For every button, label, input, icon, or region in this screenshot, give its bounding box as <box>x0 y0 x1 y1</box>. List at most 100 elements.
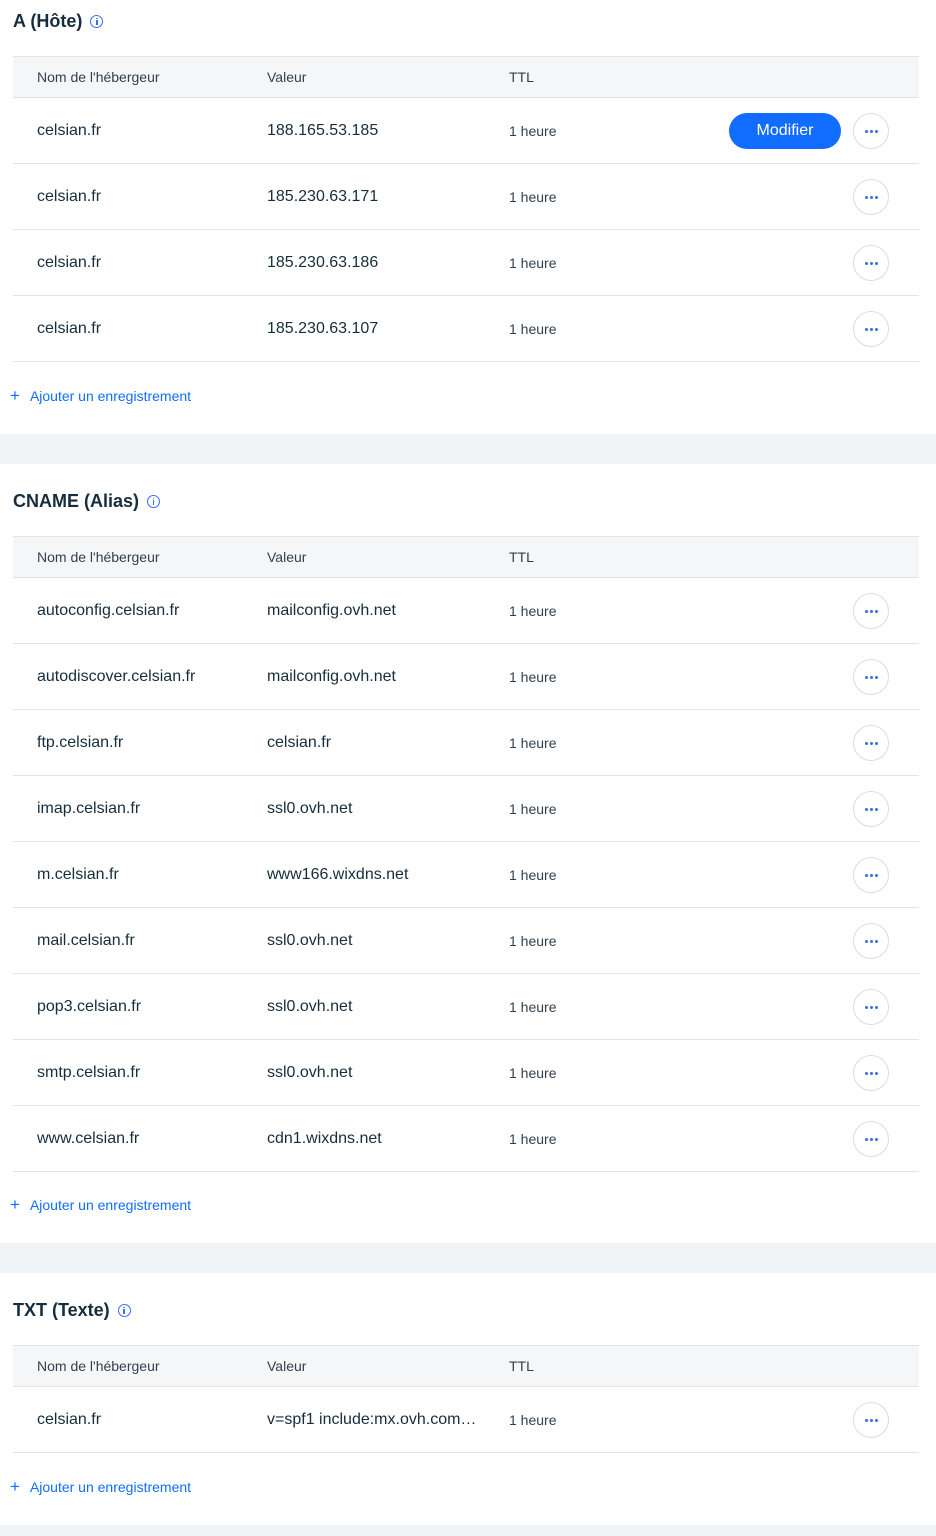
host-cell: celsian.fr <box>37 122 102 139</box>
ttl-cell: 1 heure <box>509 801 557 817</box>
table-row: celsian.fr v=spf1 include:mx.ovh.com… 1 … <box>13 1387 919 1453</box>
section-cname-records: CNAME (Alias) Nom de l'hébergeur Valeur … <box>0 464 936 1243</box>
ttl-cell: 1 heure <box>509 867 557 883</box>
ttl-cell: 1 heure <box>509 933 557 949</box>
section-txt-records: TXT (Texte) Nom de l'hébergeur Valeur TT… <box>0 1273 936 1525</box>
table-row: pop3.celsian.fr ssl0.ovh.net 1 heure <box>13 974 919 1040</box>
table-row: autoconfig.celsian.fr mailconfig.ovh.net… <box>13 578 919 644</box>
table-row: celsian.fr 188.165.53.185 1 heure Modifi… <box>13 98 919 164</box>
host-cell: autoconfig.celsian.fr <box>37 602 180 619</box>
ttl-cell: 1 heure <box>509 1412 557 1428</box>
value-cell: www166.wixdns.net <box>267 866 409 883</box>
table-row: ftp.celsian.fr celsian.fr 1 heure <box>13 710 919 776</box>
value-cell: 188.165.53.185 <box>267 122 379 139</box>
host-cell: www.celsian.fr <box>37 1130 140 1147</box>
ttl-cell: 1 heure <box>509 999 557 1015</box>
value-cell: mailconfig.ovh.net <box>267 602 396 619</box>
host-cell: celsian.fr <box>37 320 102 337</box>
section-divider <box>0 1243 936 1273</box>
more-options-icon[interactable] <box>853 791 889 827</box>
value-cell: ssl0.ovh.net <box>267 800 353 817</box>
plus-icon: + <box>10 1477 20 1496</box>
value-cell: mailconfig.ovh.net <box>267 668 396 685</box>
more-options-icon[interactable] <box>853 659 889 695</box>
column-header-host: Nom de l'hébergeur <box>37 1358 160 1374</box>
value-cell: cdn1.wixdns.net <box>267 1130 382 1147</box>
plus-icon: + <box>10 1195 20 1214</box>
host-cell: pop3.celsian.fr <box>37 998 142 1015</box>
ttl-cell: 1 heure <box>509 735 557 751</box>
column-header-value: Valeur <box>267 69 307 85</box>
table-header: Nom de l'hébergeur Valeur TTL <box>13 1345 919 1387</box>
column-header-host: Nom de l'hébergeur <box>37 69 160 85</box>
section-title: TXT (Texte) <box>13 1298 131 1322</box>
section-divider <box>0 434 936 464</box>
table-row: autodiscover.celsian.fr mailconfig.ovh.n… <box>13 644 919 710</box>
ttl-cell: 1 heure <box>509 669 557 685</box>
host-cell: smtp.celsian.fr <box>37 1064 141 1081</box>
more-options-icon[interactable] <box>853 593 889 629</box>
more-options-icon[interactable] <box>853 113 889 149</box>
add-record-link[interactable]: + Ajouter un enregistrement <box>10 1195 191 1215</box>
host-cell: celsian.fr <box>37 1411 102 1428</box>
table-header: Nom de l'hébergeur Valeur TTL <box>13 536 919 578</box>
more-options-icon[interactable] <box>853 311 889 347</box>
column-header-host: Nom de l'hébergeur <box>37 549 160 565</box>
info-icon[interactable] <box>147 494 161 508</box>
value-cell: 185.230.63.107 <box>267 320 379 337</box>
more-options-icon[interactable] <box>853 245 889 281</box>
more-options-icon[interactable] <box>853 1121 889 1157</box>
host-cell: autodiscover.celsian.fr <box>37 668 196 685</box>
more-options-icon[interactable] <box>853 1055 889 1091</box>
section-a-records: A (Hôte) Nom de l'hébergeur Valeur TTL c… <box>0 0 936 434</box>
add-record-link[interactable]: + Ajouter un enregistrement <box>10 1477 191 1497</box>
section-title: CNAME (Alias) <box>13 489 161 513</box>
host-cell: ftp.celsian.fr <box>37 734 124 751</box>
more-options-icon[interactable] <box>853 1402 889 1438</box>
edit-button[interactable]: Modifier <box>729 113 841 149</box>
table-row: smtp.celsian.fr ssl0.ovh.net 1 heure <box>13 1040 919 1106</box>
value-cell: ssl0.ovh.net <box>267 1064 353 1081</box>
ttl-cell: 1 heure <box>509 1065 557 1081</box>
table-row: www.celsian.fr cdn1.wixdns.net 1 heure <box>13 1106 919 1172</box>
table-row: celsian.fr 185.230.63.171 1 heure <box>13 164 919 230</box>
ttl-cell: 1 heure <box>509 255 557 271</box>
value-cell: ssl0.ovh.net <box>267 932 353 949</box>
value-cell: celsian.fr <box>267 734 332 751</box>
host-cell: m.celsian.fr <box>37 866 119 883</box>
host-cell: celsian.fr <box>37 254 102 271</box>
section-title: A (Hôte) <box>13 9 104 33</box>
column-header-value: Valeur <box>267 549 307 565</box>
table-row: celsian.fr 185.230.63.107 1 heure <box>13 296 919 362</box>
more-options-icon[interactable] <box>853 989 889 1025</box>
value-cell: v=spf1 include:mx.ovh.com… <box>267 1411 477 1428</box>
plus-icon: + <box>10 386 20 405</box>
table-row: m.celsian.fr www166.wixdns.net 1 heure <box>13 842 919 908</box>
info-icon[interactable] <box>90 14 104 28</box>
value-cell: ssl0.ovh.net <box>267 998 353 1015</box>
ttl-cell: 1 heure <box>509 321 557 337</box>
info-icon[interactable] <box>117 1303 131 1317</box>
host-cell: mail.celsian.fr <box>37 932 135 949</box>
column-header-ttl: TTL <box>509 549 534 565</box>
ttl-cell: 1 heure <box>509 1131 557 1147</box>
column-header-ttl: TTL <box>509 69 534 85</box>
more-options-icon[interactable] <box>853 857 889 893</box>
more-options-icon[interactable] <box>853 923 889 959</box>
table-header: Nom de l'hébergeur Valeur TTL <box>13 56 919 98</box>
table-row: mail.celsian.fr ssl0.ovh.net 1 heure <box>13 908 919 974</box>
add-record-link[interactable]: + Ajouter un enregistrement <box>10 386 191 406</box>
host-cell: celsian.fr <box>37 188 102 205</box>
ttl-cell: 1 heure <box>509 603 557 619</box>
ttl-cell: 1 heure <box>509 123 557 139</box>
table-row: imap.celsian.fr ssl0.ovh.net 1 heure <box>13 776 919 842</box>
column-header-value: Valeur <box>267 1358 307 1374</box>
more-options-icon[interactable] <box>853 179 889 215</box>
value-cell: 185.230.63.186 <box>267 254 379 271</box>
ttl-cell: 1 heure <box>509 189 557 205</box>
value-cell: 185.230.63.171 <box>267 188 379 205</box>
more-options-icon[interactable] <box>853 725 889 761</box>
section-divider <box>0 1525 936 1536</box>
table-row: celsian.fr 185.230.63.186 1 heure <box>13 230 919 296</box>
host-cell: imap.celsian.fr <box>37 800 141 817</box>
